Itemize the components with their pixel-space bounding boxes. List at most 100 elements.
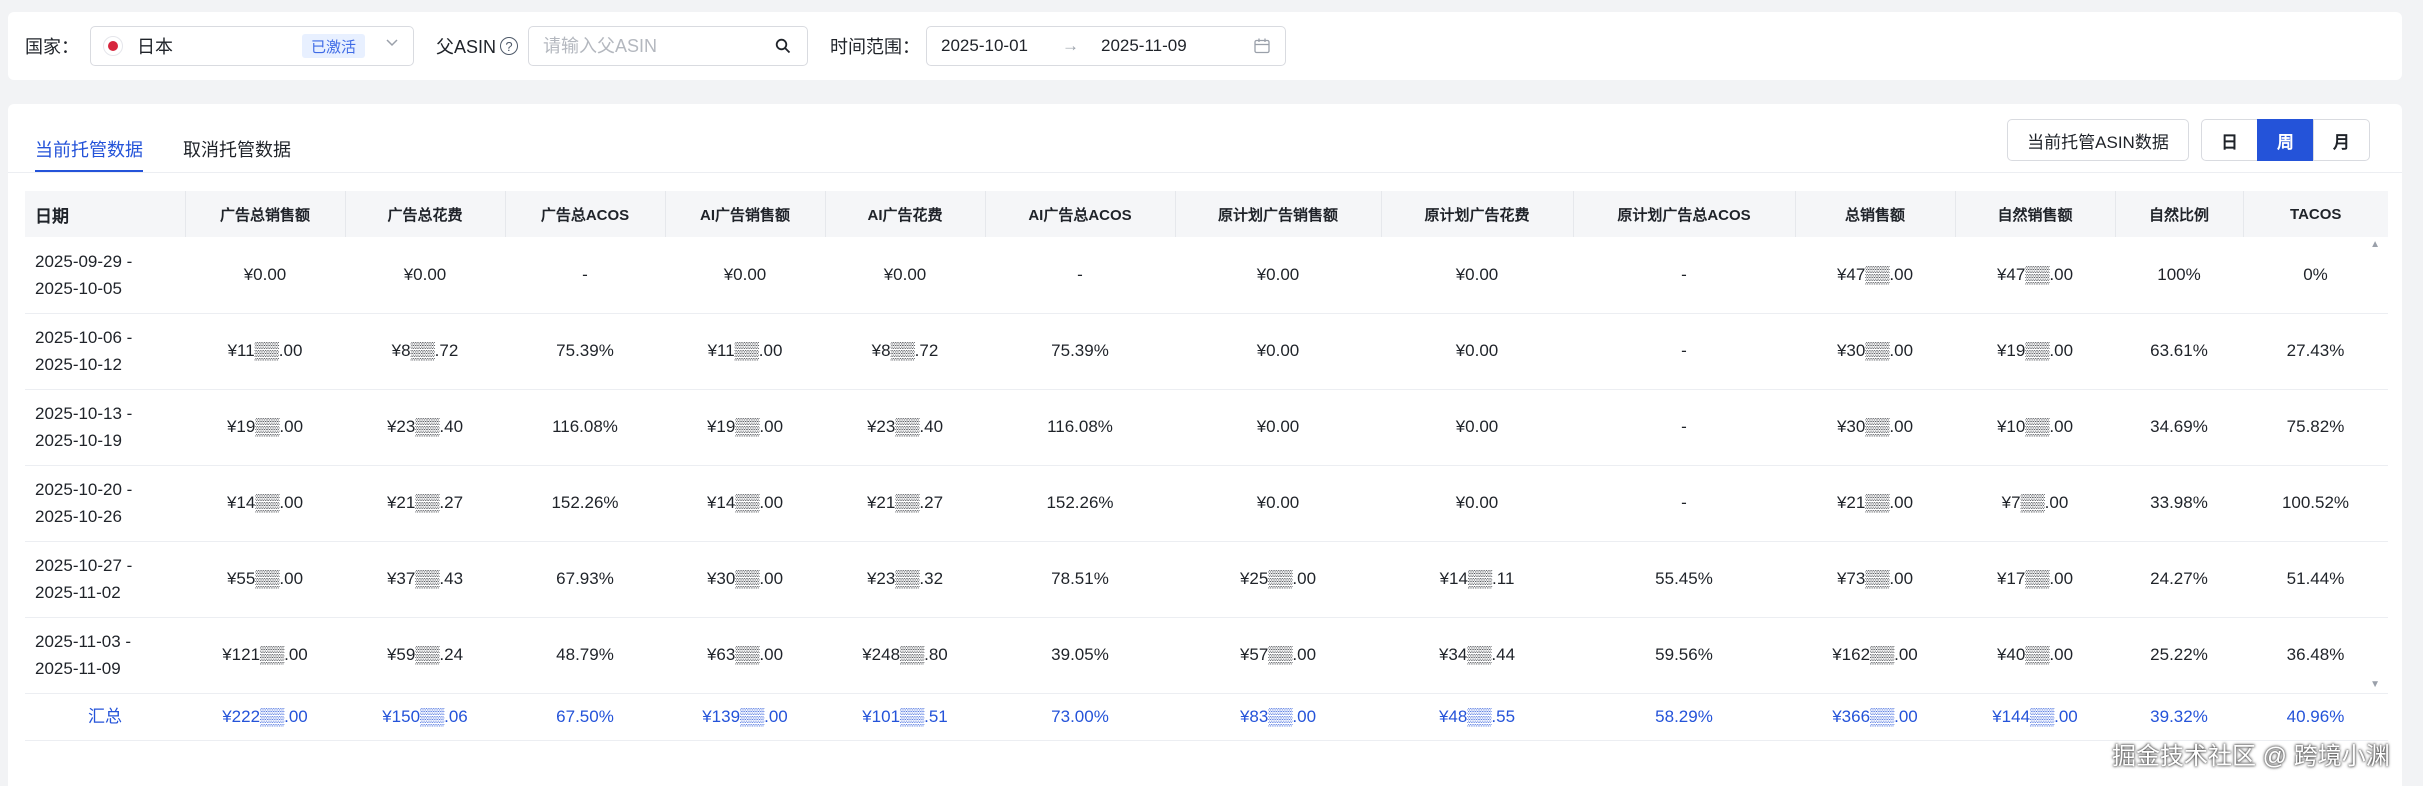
- column-header: 原计划广告花费: [1381, 191, 1574, 237]
- table-cell: -: [985, 237, 1175, 314]
- column-header: 原计划广告总ACOS: [1573, 191, 1796, 237]
- date-end: 2025-10-05: [35, 278, 122, 298]
- table-cell: 63.61%: [2115, 313, 2243, 390]
- parent-asin-input[interactable]: [543, 35, 764, 57]
- table-cell: ¥57▒▒.00: [1175, 617, 1381, 694]
- period-day-button[interactable]: 日: [2201, 119, 2258, 161]
- table-cell: ¥0.00: [825, 237, 985, 314]
- table-cell: 75.39%: [985, 313, 1175, 390]
- current-asin-data-button[interactable]: 当前托管ASIN数据: [2007, 119, 2189, 161]
- total-label: 汇总: [25, 693, 185, 741]
- table-cell: 78.51%: [985, 541, 1175, 618]
- date-end: 2025-10-12: [35, 355, 122, 374]
- search-icon[interactable]: [775, 38, 791, 54]
- table-row: 2025-10-06 -2025-10-12 ¥11▒▒.00 ¥8▒▒.72 75.…: [25, 313, 2388, 390]
- table-cell: ¥7▒▒.00: [1955, 465, 2115, 542]
- scroll-down-icon[interactable]: ▼: [2370, 679, 2380, 690]
- table-cell: ¥19▒▒.00: [1955, 313, 2115, 390]
- table-row: 2025-10-27 - 2025-11-02 ¥55▒▒.00 ¥37▒▒.43 67…: [25, 541, 2388, 618]
- table-row: 2025-09-29 -2025-10-05 ¥0.00 ¥0.00- ¥0.00 ¥0…: [25, 237, 2388, 314]
- table-cell: ¥14▒▒.11: [1381, 541, 1573, 618]
- date-start: 2025-09-29 -: [35, 251, 133, 271]
- table-cell: 55.45%: [1573, 541, 1795, 618]
- calendar-icon[interactable]: [1253, 37, 1271, 55]
- date-end: 2025-11-09: [35, 659, 121, 678]
- table-cell: ¥17▒▒.00: [1955, 541, 2115, 618]
- column-header: 自然比例: [2115, 191, 2244, 237]
- table-cell: 36.48%: [2243, 617, 2388, 694]
- table-cell: ¥11▒▒.00: [185, 313, 345, 390]
- column-header: AI广告销售额: [665, 191, 826, 237]
- table-cell: ¥162▒▒.00: [1795, 617, 1955, 694]
- parent-asin-label-text: 父ASIN: [436, 37, 497, 57]
- table-cell: ¥73▒▒.00: [1795, 541, 1955, 618]
- table-header-row: 日期 广告总销售额 广告总花费 广告总ACOS AI广告销售额 AI广告花费 AI广告总AC…: [25, 191, 2388, 237]
- table-cell: 27.43%: [2243, 313, 2388, 390]
- column-header: AI广告总ACOS: [985, 191, 1176, 237]
- help-icon[interactable]: ?: [500, 37, 519, 55]
- table-cell: ¥0.00: [345, 237, 505, 314]
- table-cell: -: [1573, 237, 1795, 314]
- date-range-picker[interactable]: 2025-10-01 → 2025-11-09: [926, 26, 1287, 66]
- date-end[interactable]: 2025-11-09: [1101, 36, 1187, 56]
- table-cell: ¥14▒▒.00: [665, 465, 825, 542]
- column-header: 广告总销售额: [185, 191, 346, 237]
- table-cell: ¥11▒▒.00: [665, 313, 825, 390]
- table-cell: 34.69%: [2115, 389, 2243, 466]
- parent-asin-field[interactable]: [528, 26, 809, 66]
- table-cell: ¥0.00: [1381, 237, 1573, 314]
- date-start: 2025-10-13 -: [35, 404, 133, 423]
- column-header: 总销售额: [1795, 191, 1956, 237]
- table-cell: ¥8▒▒.72: [825, 313, 985, 390]
- japan-flag-icon: [103, 36, 123, 56]
- table-cell: -: [1573, 465, 1795, 542]
- date-start: 2025-10-20 -: [35, 480, 133, 499]
- table-cell: ¥21▒▒.00: [1795, 465, 1955, 542]
- table-cell: ¥23▒▒.40: [345, 389, 505, 466]
- table-cell: -: [1573, 313, 1795, 390]
- table-cell: 100%: [2115, 237, 2243, 314]
- date-start[interactable]: 2025-10-01: [941, 36, 1028, 56]
- period-month-button[interactable]: 月: [2313, 119, 2370, 161]
- table-cell: ¥0.00: [1175, 465, 1381, 542]
- chevron-down-icon: [385, 35, 399, 54]
- date-cell: 2025-11-03 - 2025-11-09: [25, 617, 185, 694]
- table-cell: ¥10▒▒.00: [1955, 389, 2115, 466]
- table-cell: ¥23▒▒.32: [825, 541, 985, 618]
- scroll-up-icon[interactable]: ▲: [2370, 239, 2380, 250]
- table-cell: ¥47▒▒.00: [1955, 237, 2115, 314]
- tab-cancelled-hosted[interactable]: 取消托管数据: [183, 124, 291, 172]
- date-cell: 2025-10-27 - 2025-11-02: [25, 541, 185, 618]
- period-toggle: 日 周 月: [2201, 119, 2370, 161]
- table-cell: 100.52%: [2243, 465, 2388, 542]
- table-cell: ¥63▒▒.00: [665, 617, 825, 694]
- total-cell: 58.29%: [1573, 693, 1795, 741]
- tab-current-hosted[interactable]: 当前托管数据: [35, 124, 143, 172]
- table-cell: ¥23▒▒.40: [825, 389, 985, 466]
- table-cell: 25.22%: [2115, 617, 2243, 694]
- period-week-button[interactable]: 周: [2257, 119, 2314, 161]
- column-header: AI广告花费: [825, 191, 986, 237]
- table-cell: ¥34▒▒.44: [1381, 617, 1573, 694]
- table-cell: 24.27%: [2115, 541, 2243, 618]
- parent-asin-label: 父ASIN ?: [436, 33, 519, 59]
- country-label: 国家：: [25, 37, 79, 57]
- table-cell: ¥0.00: [1381, 465, 1573, 542]
- table-cell: ¥47▒▒.00: [1795, 237, 1955, 314]
- table-cell: 59.56%: [1573, 617, 1795, 694]
- table-cell: ¥40▒▒.00: [1955, 617, 2115, 694]
- date-end: 2025-10-26: [35, 507, 122, 526]
- table-cell: ¥30▒▒.00: [1795, 313, 1955, 390]
- table-cell: 116.08%: [985, 389, 1175, 466]
- data-card: 当前托管数据 取消托管数据 当前托管ASIN数据 日 周 月 日期 广告总销售额广…: [8, 104, 2402, 786]
- table-cell: ¥0.00: [1381, 313, 1573, 390]
- data-table-container[interactable]: 日期 广告总销售额 广告总花费 广告总ACOS AI广告销售额 AI广告花费 AI广告总AC…: [25, 191, 2388, 741]
- table-cell: ¥21▒▒.27: [825, 465, 985, 542]
- time-range-label: 时间范围：: [830, 37, 921, 57]
- table-cell: ¥0.00: [1381, 389, 1573, 466]
- table-cell: 67.93%: [505, 541, 665, 618]
- table-cell: ¥8▒▒.72: [345, 313, 505, 390]
- country-select[interactable]: 日本 已激活: [90, 26, 414, 66]
- table-row: 2025-10-13 -2025-10-19 ¥19▒▒.00 ¥23▒▒.40 11…: [25, 389, 2388, 466]
- table-cell: ¥0.00: [185, 237, 345, 314]
